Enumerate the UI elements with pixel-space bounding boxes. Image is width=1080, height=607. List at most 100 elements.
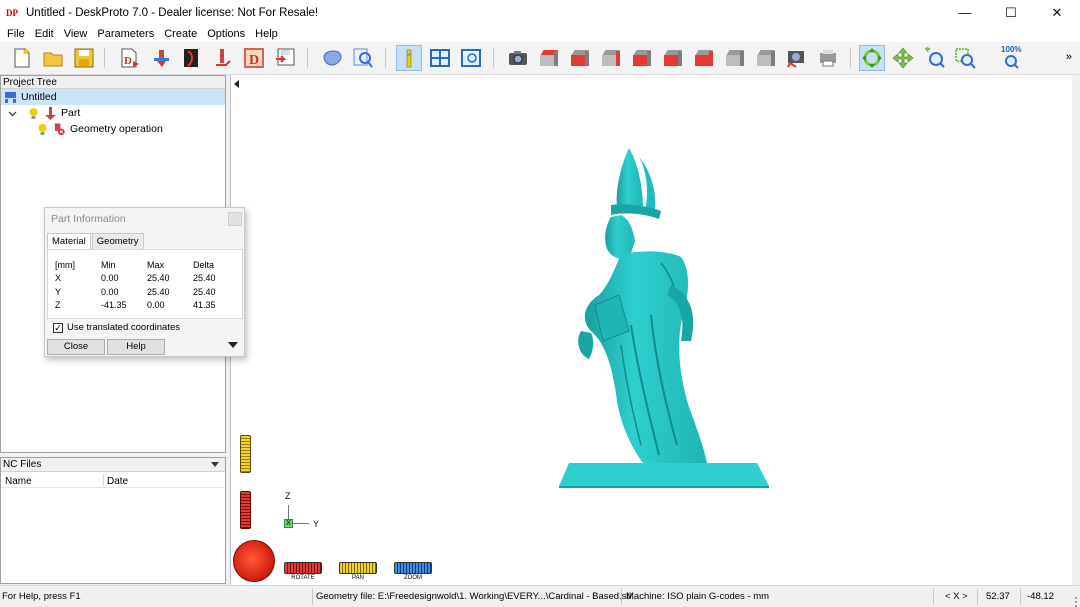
header-cell: Max [147, 259, 165, 270]
maximize-button[interactable]: ☐ [988, 0, 1034, 25]
save-nc-button[interactable] [272, 45, 298, 71]
column-divider[interactable] [103, 474, 104, 486]
translated-coordinates-checkbox[interactable]: ✓ [53, 322, 63, 333]
dimensions-table: [mm] Min Max Delta X 0.00 25.40 25.40 Y … [55, 258, 233, 312]
rotate-wheel[interactable] [240, 491, 251, 529]
title-bar: DP Untitled - DeskProto 7.0 - Dealer lic… [0, 0, 1080, 25]
tree-item-label: Part [61, 107, 81, 119]
rotate-mode-label: ROTATE [291, 575, 315, 581]
tree-item-geometry-operation[interactable]: Geometry operation [36, 121, 163, 137]
layout-view-button[interactable] [427, 45, 453, 71]
cube-side-icon [602, 50, 620, 66]
column-date[interactable]: Date [107, 476, 128, 487]
menu-bar: File Edit View Parameters Create Options… [0, 25, 1080, 42]
nc-files-header[interactable]: NC Files [1, 458, 225, 472]
dropdown-arrow-icon[interactable] [211, 462, 219, 467]
dialog-title[interactable]: Part Information [45, 208, 244, 230]
zoom-mode-button[interactable] [921, 45, 947, 71]
checkbox-label: Use translated coordinates [67, 322, 181, 333]
view-top-button[interactable] [660, 45, 686, 71]
close-dialog-button[interactable]: Close [47, 339, 105, 355]
pan-wheel[interactable] [240, 435, 251, 473]
edit-part-button[interactable]: D [241, 45, 267, 71]
part-import-icon [154, 50, 169, 67]
min-cell: 0.00 [101, 286, 119, 297]
collapse-panel-icon[interactable] [234, 80, 239, 88]
status-axis-selector[interactable]: < X > [945, 591, 968, 602]
window-title: Untitled - DeskProto 7.0 - Dealer licens… [26, 6, 319, 19]
open-blue-icon [323, 50, 342, 66]
chevron-down-icon[interactable] [6, 107, 19, 120]
rotate-knob[interactable] [233, 540, 275, 582]
view-iso-button[interactable] [722, 45, 748, 71]
resize-grip-icon[interactable] [1072, 586, 1080, 607]
tree-item-project[interactable]: Untitled [1, 89, 225, 105]
header-cell: Min [101, 259, 116, 270]
open-geometry-button[interactable]: D [117, 45, 143, 71]
zoom-mode-wheel[interactable] [394, 562, 432, 574]
menu-view[interactable]: View [59, 28, 93, 40]
nc-files-panel: NC Files Name Date [0, 457, 226, 584]
lightbulb-icon[interactable] [27, 107, 40, 120]
3d-model[interactable] [551, 145, 771, 490]
view-iso2-button[interactable] [753, 45, 779, 71]
menu-help[interactable]: Help [250, 28, 283, 40]
rotate-mode-button[interactable] [859, 45, 885, 71]
view-left-button[interactable] [598, 45, 624, 71]
table-row: Z -41.35 0.00 41.35 [55, 299, 233, 313]
tree-item-part[interactable]: Part [6, 105, 80, 121]
operation-error-icon [53, 122, 66, 136]
expand-arrow-icon[interactable] [228, 342, 238, 348]
axis-cell: Y [55, 286, 62, 297]
max-cell: 25.40 [147, 286, 170, 297]
minimize-button[interactable]: — [942, 0, 988, 25]
print-button[interactable] [815, 45, 841, 71]
menu-file[interactable]: File [2, 28, 30, 40]
tab-material[interactable]: Material [47, 233, 91, 250]
import-part-button[interactable] [149, 45, 175, 71]
nc-files-title: NC Files [3, 459, 42, 470]
translated-coordinates-option[interactable]: ✓ Use translated coordinates [53, 322, 180, 333]
open-project-button[interactable] [40, 45, 66, 71]
edit-d-icon: D [244, 48, 264, 68]
close-button[interactable]: ✕ [1034, 0, 1080, 25]
zoom-view-button[interactable] [458, 45, 484, 71]
view-icon [461, 49, 481, 67]
column-name[interactable]: Name [5, 476, 32, 487]
view-front-button[interactable] [536, 45, 562, 71]
stl-tool-button[interactable] [210, 45, 236, 71]
pan-mode-button[interactable] [890, 45, 916, 71]
3d-viewport[interactable]: Z X Y [230, 75, 1072, 585]
pan-mode-wheel[interactable] [339, 562, 377, 574]
menu-options[interactable]: Options [202, 28, 250, 40]
pan-icon [892, 47, 914, 69]
save-project-button[interactable] [71, 45, 97, 71]
zoom-100-button[interactable]: 100% [998, 45, 1024, 71]
view-back-button[interactable] [567, 45, 593, 71]
dialog-close-button[interactable] [228, 212, 242, 226]
rotate-mode-wheel[interactable] [284, 562, 322, 574]
menu-parameters[interactable]: Parameters [92, 28, 159, 40]
view-bottom-button[interactable] [691, 45, 717, 71]
axis-cell: Z [55, 300, 61, 311]
view-right-button[interactable] [629, 45, 655, 71]
reload-button[interactable] [784, 45, 810, 71]
menu-edit[interactable]: Edit [30, 28, 59, 40]
layout-icon [430, 49, 450, 67]
toolbar-overflow-icon[interactable]: » [1066, 51, 1072, 63]
export-button[interactable] [179, 45, 205, 71]
zoom-window-button[interactable] [952, 45, 978, 71]
header-cell: [mm] [55, 259, 75, 270]
tab-geometry[interactable]: Geometry [91, 233, 144, 250]
new-project-button[interactable] [9, 45, 35, 71]
project-tree-header: Project Tree [1, 76, 225, 89]
magnifier-icon [353, 48, 373, 68]
help-button[interactable]: Help [107, 339, 165, 355]
find-button[interactable] [350, 45, 376, 71]
open-blue-button[interactable] [319, 45, 345, 71]
info-button[interactable] [396, 45, 422, 71]
snapshot-button[interactable] [505, 45, 531, 71]
menu-create[interactable]: Create [159, 28, 202, 40]
lightbulb-icon[interactable] [36, 123, 49, 136]
cube-front-icon [664, 50, 682, 66]
